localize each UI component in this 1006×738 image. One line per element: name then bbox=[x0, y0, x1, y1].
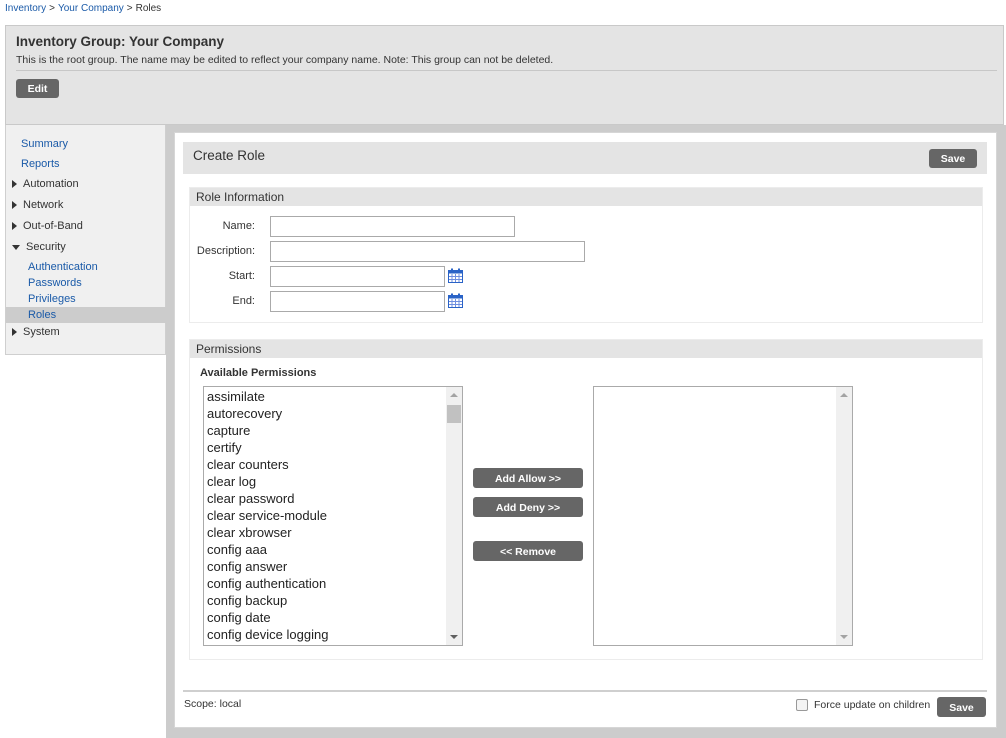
available-permissions-label: Available Permissions bbox=[200, 367, 317, 379]
sidebar-item-security[interactable]: Security bbox=[6, 239, 166, 256]
breadcrumb-current: Roles bbox=[135, 3, 162, 14]
permission-option[interactable]: config authentication bbox=[207, 575, 445, 592]
permission-option[interactable]: clear service-module bbox=[207, 507, 445, 524]
expand-arrow-icon bbox=[12, 222, 17, 231]
create-role-header: Create Role Save bbox=[183, 142, 987, 174]
sidebar-item-label: Network bbox=[23, 199, 64, 211]
permission-option[interactable]: clear counters bbox=[207, 456, 445, 473]
permission-option[interactable]: clear log bbox=[207, 473, 445, 490]
add-allow-button[interactable]: Add Allow >> bbox=[473, 468, 583, 488]
permission-option[interactable]: certify bbox=[207, 439, 445, 456]
breadcrumb-separator: > bbox=[126, 3, 133, 14]
description-label: Description: bbox=[196, 245, 255, 257]
sidebar-item-automation[interactable]: Automation bbox=[6, 176, 166, 193]
permission-option[interactable]: config device logging bbox=[207, 626, 445, 643]
sidebar-item-label: Privileges bbox=[28, 293, 76, 305]
available-permissions-list[interactable]: assimilate autorecovery capture certify clea… bbox=[203, 386, 463, 646]
scroll-up-arrow-icon[interactable] bbox=[840, 393, 848, 397]
breadcrumb-inventory[interactable]: Inventory bbox=[5, 3, 46, 14]
sidebar-item-label: Roles bbox=[28, 309, 57, 321]
group-header: Inventory Group: Your Company This is th… bbox=[5, 25, 1004, 125]
sidebar-item-privileges[interactable]: Privileges bbox=[6, 291, 166, 307]
name-input[interactable] bbox=[270, 216, 515, 237]
save-button-top[interactable]: Save bbox=[929, 149, 977, 168]
edit-button[interactable]: Edit bbox=[16, 79, 59, 98]
name-label: Name: bbox=[222, 220, 255, 232]
sidebar-item-label: Security bbox=[26, 241, 66, 253]
end-date-input[interactable] bbox=[270, 291, 445, 312]
permission-option[interactable]: clear password bbox=[207, 490, 445, 507]
start-date-input[interactable] bbox=[270, 266, 445, 287]
selected-permissions-list[interactable] bbox=[593, 386, 853, 646]
sidebar-item-passwords[interactable]: Passwords bbox=[6, 275, 166, 291]
permission-option[interactable]: config backup bbox=[207, 592, 445, 609]
calendar-icon[interactable] bbox=[448, 293, 463, 308]
sidebar-item-label: System bbox=[23, 326, 60, 338]
permission-option[interactable]: clear xbrowser bbox=[207, 524, 445, 541]
collapse-arrow-icon bbox=[12, 244, 20, 250]
permission-option[interactable]: config answer bbox=[207, 558, 445, 575]
scrollbar[interactable] bbox=[836, 387, 852, 645]
sidebar-item-label: Authentication bbox=[28, 261, 98, 273]
breadcrumb: Inventory > Your Company > Roles bbox=[5, 3, 161, 14]
sidebar-item-summary[interactable]: Summary bbox=[6, 136, 166, 153]
permission-option[interactable]: config aaa bbox=[207, 541, 445, 558]
permission-option[interactable]: assimilate bbox=[207, 388, 445, 405]
sidebar: Summary Reports Automation Network Out-o… bbox=[5, 125, 166, 355]
scroll-thumb[interactable] bbox=[447, 405, 461, 423]
end-label: End: bbox=[232, 295, 255, 307]
expand-arrow-icon bbox=[12, 180, 17, 189]
sidebar-item-label: Automation bbox=[23, 178, 79, 190]
sidebar-item-reports[interactable]: Reports bbox=[6, 156, 166, 173]
permission-option[interactable]: config date bbox=[207, 609, 445, 626]
permission-option[interactable]: autorecovery bbox=[207, 405, 445, 422]
section-heading: Role Information bbox=[190, 188, 982, 206]
sidebar-item-system[interactable]: System bbox=[6, 324, 166, 341]
sidebar-item-label: Passwords bbox=[28, 277, 82, 289]
divider bbox=[16, 70, 997, 71]
add-deny-button[interactable]: Add Deny >> bbox=[473, 497, 583, 517]
sidebar-item-authentication[interactable]: Authentication bbox=[6, 259, 166, 275]
expand-arrow-icon bbox=[12, 201, 17, 210]
force-update-label: Force update on children bbox=[814, 699, 931, 712]
sidebar-item-roles[interactable]: Roles bbox=[6, 307, 166, 323]
force-update-option[interactable]: Force update on children bbox=[796, 699, 931, 712]
page-title: Create Role bbox=[193, 148, 266, 163]
scroll-down-arrow-icon[interactable] bbox=[840, 635, 848, 639]
save-button-bottom[interactable]: Save bbox=[937, 697, 986, 717]
scroll-down-arrow-icon[interactable] bbox=[450, 635, 458, 639]
sidebar-item-label: Reports bbox=[21, 158, 60, 170]
scope-text: Scope: local bbox=[184, 698, 242, 710]
expand-arrow-icon bbox=[12, 328, 17, 337]
group-title: Inventory Group: Your Company bbox=[16, 34, 225, 49]
breadcrumb-separator: > bbox=[49, 3, 55, 14]
sidebar-item-out-of-band[interactable]: Out-of-Band bbox=[6, 218, 166, 235]
divider bbox=[183, 690, 987, 692]
calendar-icon[interactable] bbox=[448, 268, 463, 283]
remove-button[interactable]: << Remove bbox=[473, 541, 583, 561]
sidebar-item-label: Summary bbox=[21, 138, 69, 150]
force-update-checkbox[interactable] bbox=[796, 699, 808, 712]
sidebar-item-label: Out-of-Band bbox=[23, 220, 83, 232]
start-label: Start: bbox=[228, 270, 255, 282]
list-items: assimilate autorecovery capture certify clea… bbox=[207, 388, 445, 643]
scroll-up-arrow-icon[interactable] bbox=[450, 393, 458, 397]
breadcrumb-your-company[interactable]: Your Company bbox=[58, 3, 124, 14]
sidebar-item-network[interactable]: Network bbox=[6, 197, 166, 214]
scrollbar[interactable] bbox=[446, 387, 462, 645]
permission-option[interactable]: capture bbox=[207, 422, 445, 439]
section-heading: Permissions bbox=[190, 340, 982, 358]
group-description: This is the root group. The name may be … bbox=[16, 54, 554, 66]
description-input[interactable] bbox=[270, 241, 585, 262]
